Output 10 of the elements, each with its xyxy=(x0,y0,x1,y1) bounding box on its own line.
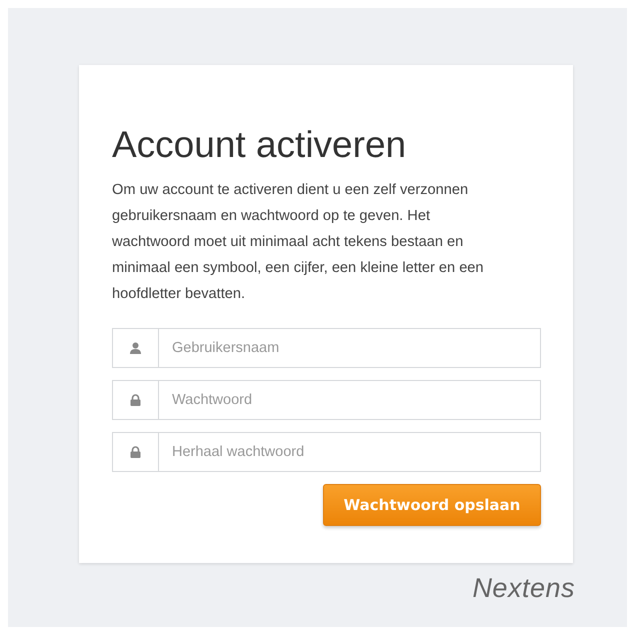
text-field[interactable]: Wachtwoord xyxy=(112,380,541,420)
logo-text: Nextens xyxy=(472,573,575,604)
lock-icon xyxy=(130,394,141,406)
lock-icon xyxy=(130,446,141,458)
page-title: Account activeren xyxy=(112,123,408,167)
user-icon xyxy=(130,342,141,354)
save-button[interactable]: Wachtwoord opslaan xyxy=(323,484,541,526)
instructions-text: Om uw account te activeren dient u een zelf verzonnen gebruikersnaam en wachtwoord op te geven. Het wachtwoord moet uit minimaal acht tekens bestaan en minimaal een symbool, een cijfer, een kleine letter en een hoofdletter bevatten. xyxy=(112,181,485,304)
text-field[interactable]: Herhaal wachtwoord xyxy=(112,432,541,472)
text-field[interactable]: Gebruikersnaam xyxy=(112,328,541,368)
